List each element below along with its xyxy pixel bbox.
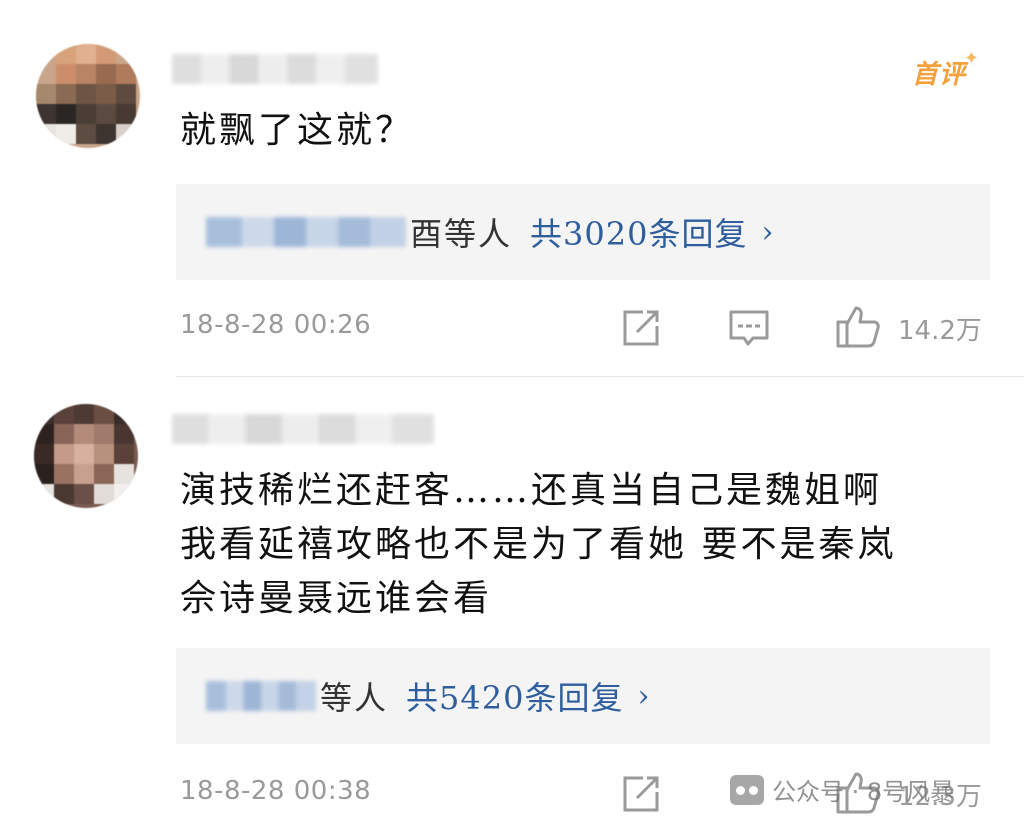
comment-1: 首评 ✦ 就飘了这就？ 酉等人 共3020条回复 › 18-8-28 00:26… xyxy=(0,0,1024,380)
wechat-logo-icon xyxy=(730,774,764,805)
comment-timestamp: 18-8-28 00:38 xyxy=(180,776,372,806)
comment-timestamp: 18-8-28 00:26 xyxy=(180,310,372,340)
reply-summary[interactable]: 酉等人 共3020条回复 › xyxy=(176,184,990,280)
reply-summary[interactable]: 等人 共5420条回复 › xyxy=(176,648,990,744)
chevron-right-icon: › xyxy=(637,678,650,714)
watermark-text: 公众号 · 8号风暴 xyxy=(772,778,955,806)
reply-suffix: 酉等人 xyxy=(410,215,513,253)
share-icon[interactable] xyxy=(621,774,661,814)
username-redacted[interactable] xyxy=(172,414,434,444)
replier-names-redacted xyxy=(206,681,316,711)
username-redacted[interactable] xyxy=(172,54,378,84)
badge-label: 首评 xyxy=(912,60,967,90)
comment-2: 演技稀烂还赶客……还真当自己是魏姐啊 我看延禧攻略也不是为了看她 要不是秦岚 佘… xyxy=(0,380,1024,836)
like-count: 14.2万 xyxy=(898,316,982,346)
reply-suffix: 等人 xyxy=(320,679,389,717)
reply-count-link[interactable]: 共5420条回复 xyxy=(406,673,623,719)
first-comment-badge: 首评 ✦ xyxy=(912,48,979,91)
watermark: 公众号 · 8号风暴 xyxy=(730,772,954,807)
chevron-right-icon: › xyxy=(761,214,774,250)
avatar[interactable] xyxy=(36,44,140,148)
divider xyxy=(176,376,1024,377)
share-icon[interactable] xyxy=(621,308,661,348)
sparkle-icon: ✦ xyxy=(963,48,981,69)
comment-icon[interactable] xyxy=(727,306,771,350)
comment-text: 就飘了这就？ xyxy=(180,110,415,151)
comment-text: 演技稀烂还赶客……还真当自己是魏姐啊 我看延禧攻略也不是为了看她 要不是秦岚 佘… xyxy=(180,470,897,619)
replier-names-redacted xyxy=(206,217,406,247)
avatar[interactable] xyxy=(34,404,138,508)
reply-count-link[interactable]: 共3020条回复 xyxy=(530,209,747,255)
thumbs-up-icon[interactable] xyxy=(834,302,882,350)
